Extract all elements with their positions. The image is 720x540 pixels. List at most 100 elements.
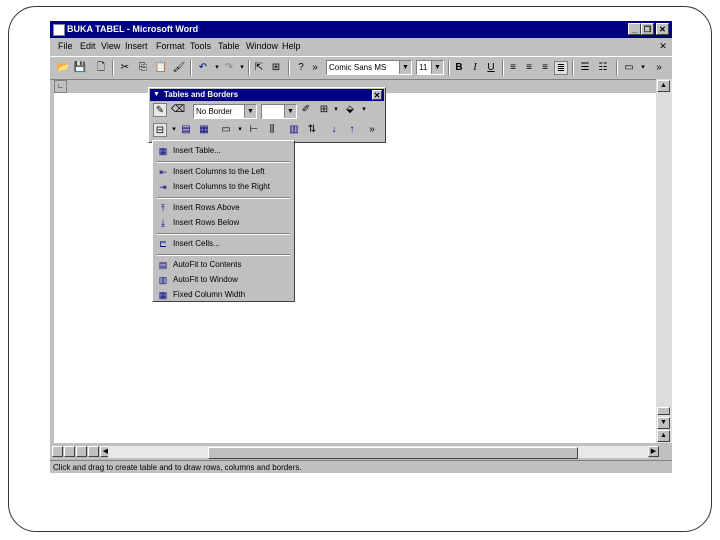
draw-table-icon[interactable]: ✎ xyxy=(153,103,167,117)
numbering-icon[interactable]: ☰ xyxy=(578,61,592,75)
italic-icon[interactable]: I xyxy=(468,61,482,75)
print-preview-icon[interactable]: 🗋 xyxy=(94,61,108,75)
menu-item-fixed-column-width[interactable]: ▦ Fixed Column Width xyxy=(155,288,292,302)
line-weight-combo[interactable]: ▼ xyxy=(261,104,297,119)
bullets-icon[interactable]: ☷ xyxy=(596,61,610,75)
font-name-combo[interactable]: Comic Sans MS ▼ xyxy=(326,60,412,75)
toolbar-overflow-icon[interactable]: » xyxy=(652,61,666,75)
menu-tools[interactable]: Tools xyxy=(190,41,211,51)
menu-table[interactable]: Table xyxy=(218,41,240,51)
font-size-value: 11 xyxy=(419,63,428,72)
menu-insert[interactable]: Insert xyxy=(125,41,148,51)
previous-page-icon[interactable]: ▲ xyxy=(657,430,670,442)
chevron-down-icon[interactable]: ▼ xyxy=(153,89,160,101)
align-top-left-icon[interactable]: ▭ xyxy=(219,123,233,137)
menu-item-insert-table[interactable]: ▦ Insert Table... xyxy=(155,144,292,158)
chevron-down-icon[interactable]: ▼ xyxy=(431,61,443,74)
copy-icon[interactable]: ⎘ xyxy=(136,61,150,75)
menu-item-insert-cells[interactable]: ⊏ Insert Cells... xyxy=(155,237,292,251)
table-icon: ▦ xyxy=(158,146,168,156)
eraser-icon[interactable]: ⌫ xyxy=(171,103,185,117)
help-icon[interactable]: ? xyxy=(294,61,308,75)
menu-item-autofit-contents[interactable]: ▤ AutoFit to Contents xyxy=(155,258,292,272)
title-bar: BUKA TABEL - Microsoft Word _ ❐ ✕ xyxy=(50,21,672,38)
restore-button[interactable]: ❐ xyxy=(641,23,654,35)
redo-dropdown-icon[interactable]: ▾ xyxy=(235,61,249,75)
align-left-icon[interactable]: ≡ xyxy=(506,61,520,75)
menu-help[interactable]: Help xyxy=(282,41,301,51)
align-right-icon[interactable]: ≡ xyxy=(538,61,552,75)
tables-and-borders-titlebar[interactable]: ▼ Tables and Borders ✕ xyxy=(150,89,384,101)
menu-item-label: Insert Columns to the Left xyxy=(173,167,265,176)
shading-color-icon[interactable]: ⬙ xyxy=(343,103,357,117)
chevron-down-icon[interactable]: ▼ xyxy=(284,105,296,118)
format-painter-icon[interactable]: 🖌 xyxy=(172,61,186,75)
bold-icon[interactable]: B xyxy=(452,61,466,75)
insert-hyperlink-icon[interactable]: ⇱ xyxy=(252,61,266,75)
standard-formatting-toolbar: 📂 💾 🗋 ✂ ⎘ 📋 🖌 ↶ ▾ ↷ ▾ ⇱ ⊞ ? » Comic Sans… xyxy=(50,56,672,80)
font-size-combo[interactable]: 11 ▼ xyxy=(416,60,444,75)
scroll-right-icon[interactable]: ▶ xyxy=(648,446,659,457)
underline-icon[interactable]: U xyxy=(484,61,498,75)
text-direction-icon[interactable]: ⇅ xyxy=(305,123,319,137)
menu-item-autofit-window[interactable]: ▥ AutoFit to Window xyxy=(155,273,292,287)
save-icon[interactable]: 💾 xyxy=(73,61,87,75)
chevron-down-icon[interactable]: ▾ xyxy=(233,123,247,137)
web-layout-view-icon[interactable] xyxy=(64,446,75,457)
outline-view-icon[interactable] xyxy=(88,446,99,457)
tab-selector-icon[interactable]: ∟ xyxy=(54,80,67,93)
cut-icon[interactable]: ✂ xyxy=(118,61,132,75)
toolbar-overflow-icon[interactable]: » xyxy=(365,123,379,137)
menu-item-insert-rows-above[interactable]: ⤒ Insert Rows Above xyxy=(155,201,292,215)
menu-edit[interactable]: Edit xyxy=(80,41,96,51)
align-center-icon[interactable]: ≡ xyxy=(522,61,536,75)
scroll-up-icon[interactable]: ▲ xyxy=(657,80,670,92)
chevron-down-icon[interactable]: ▼ xyxy=(244,105,256,118)
insert-cells-icon: ⊏ xyxy=(159,239,167,249)
menu-window[interactable]: Window xyxy=(246,41,278,51)
merge-cells-icon[interactable]: ▤ xyxy=(179,123,193,137)
horizontal-scroll-track[interactable] xyxy=(108,446,648,459)
sort-ascending-icon[interactable]: ↓ xyxy=(327,123,341,137)
menu-item-insert-columns-left[interactable]: ⇤ Insert Columns to the Left xyxy=(155,165,292,179)
menu-view[interactable]: View xyxy=(101,41,120,51)
close-button[interactable]: ✕ xyxy=(656,23,669,35)
menu-item-insert-rows-below[interactable]: ⤓ Insert Rows Below xyxy=(155,216,292,230)
border-color-icon[interactable]: ✐ xyxy=(299,103,313,117)
chevron-down-icon[interactable]: ▾ xyxy=(357,103,371,117)
distribute-columns-icon[interactable]: ⫼ xyxy=(265,123,279,137)
chevron-down-icon[interactable]: ▼ xyxy=(399,61,411,74)
scroll-thumb[interactable] xyxy=(657,407,670,415)
border-dropdown-icon[interactable]: ▾ xyxy=(636,61,650,75)
outside-border-icon[interactable]: ▭ xyxy=(622,61,636,75)
toolbar-separator xyxy=(112,60,114,76)
redo-icon[interactable]: ↷ xyxy=(222,61,236,75)
scroll-down-icon[interactable]: ▼ xyxy=(657,417,670,429)
tables-and-borders-icon[interactable]: ⊞ xyxy=(269,61,283,75)
paste-icon[interactable]: 📋 xyxy=(154,61,168,75)
toolbar-separator xyxy=(190,60,192,76)
insert-table-icon[interactable]: ⊟ xyxy=(153,123,167,137)
sort-descending-icon[interactable]: ↑ xyxy=(345,123,359,137)
normal-view-icon[interactable] xyxy=(52,446,63,457)
undo-icon[interactable]: ↶ xyxy=(196,61,210,75)
document-close-button[interactable]: ✕ xyxy=(657,40,669,52)
menu-item-insert-columns-right[interactable]: ⇥ Insert Columns to the Right xyxy=(155,180,292,194)
menu-format[interactable]: Format xyxy=(156,41,185,51)
line-style-combo[interactable]: No Border ▼ xyxy=(193,104,257,119)
horizontal-scroll-thumb[interactable] xyxy=(208,447,578,459)
document-area[interactable] xyxy=(54,93,656,443)
split-cells-icon[interactable]: ▦ xyxy=(197,123,211,137)
open-folder-icon[interactable]: 📂 xyxy=(56,61,70,75)
table-autoformat-icon[interactable]: ▥ xyxy=(287,123,301,137)
vertical-scrollbar[interactable]: ▲ ▼ ▲ xyxy=(656,79,672,443)
minimize-button[interactable]: _ xyxy=(628,23,641,35)
justify-icon[interactable]: ≣ xyxy=(554,61,568,75)
distribute-rows-icon[interactable]: ⊢ xyxy=(247,123,261,137)
chevron-down-icon[interactable]: ▾ xyxy=(329,103,343,117)
menu-item-label: AutoFit to Window xyxy=(173,275,238,284)
close-icon[interactable]: ✕ xyxy=(372,90,382,100)
toolbar-overflow-icon[interactable]: » xyxy=(308,61,322,75)
menu-file[interactable]: File xyxy=(58,41,73,51)
print-layout-view-icon[interactable] xyxy=(76,446,87,457)
